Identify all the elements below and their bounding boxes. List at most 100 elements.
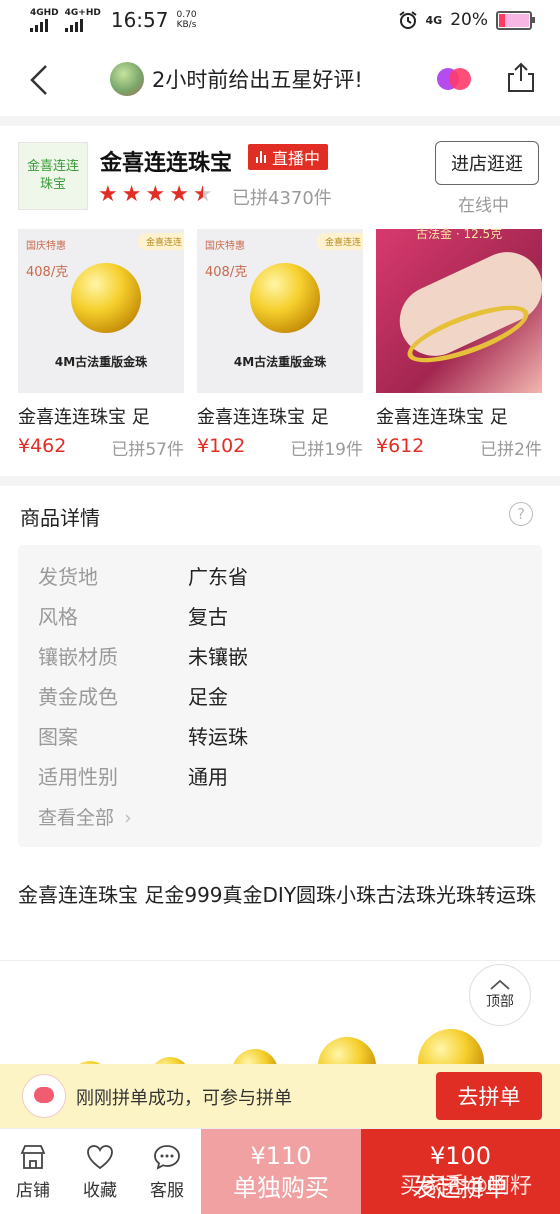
spec-value: 未镶嵌 <box>188 645 248 669</box>
photo-overlay-text: 古法金 · 12.5克 <box>416 227 503 241</box>
nav-review-banner[interactable]: 2小时前给出五星好评! <box>110 62 363 96</box>
battery-percent: 20% <box>450 10 488 30</box>
service-label: 客服 <box>150 1181 184 1201</box>
speed-value: 0.70 <box>176 10 197 20</box>
product-image: 国庆特惠 金喜连连 408/克 4M古法重版金珠 <box>197 229 363 393</box>
product-card[interactable]: 国庆特惠 金喜连连 408/克 4M古法重版金珠 金喜连连珠宝 足 ¥102 已… <box>197 229 363 460</box>
spec-key: 黄金成色 <box>38 685 118 709</box>
see-all-label: 查看全部 <box>38 807 115 829</box>
image-caption: 4M古法重版金珠 <box>54 355 148 369</box>
product-name: 金喜连连珠宝 足 <box>376 407 508 428</box>
section-divider <box>0 116 560 126</box>
spec-key: 适用性别 <box>38 765 118 789</box>
live-label: 直播中 <box>272 149 321 168</box>
signal-1: 4GHD <box>30 7 59 32</box>
spec-value: 足金 <box>188 685 228 709</box>
product-sold: 已拼57件 <box>111 440 184 460</box>
star-icon: ★ <box>98 182 118 207</box>
status-right: 4G 20% <box>398 10 535 30</box>
join-group-button[interactable]: 去拼单 <box>436 1072 542 1120</box>
spec-key: 风格 <box>38 605 78 629</box>
store-icon <box>20 1145 46 1169</box>
chevron-right-icon: › <box>124 807 132 829</box>
status-bar: 4GHD 4G+HD 16:57 0.70 KB/s 4G 20% <box>0 0 560 44</box>
spec-key: 镶嵌材质 <box>38 645 118 669</box>
store-tab-button[interactable]: 店铺 <box>0 1129 66 1214</box>
visit-store-button[interactable]: 进店逛逛 <box>435 141 539 185</box>
share-icon[interactable] <box>506 61 536 93</box>
product-name: 金喜连连珠宝 足 <box>197 407 329 428</box>
nav-title: 2小时前给出五星好评! <box>152 68 363 92</box>
spec-key: 图案 <box>38 725 78 749</box>
network-label-3: 4G <box>425 13 443 27</box>
back-arrow-icon[interactable] <box>24 62 60 98</box>
spec-value: 通用 <box>188 765 228 789</box>
customer-service-button[interactable]: 客服 <box>134 1129 200 1214</box>
star-icon: ★ <box>169 182 189 207</box>
favorite-label: 收藏 <box>83 1181 117 1201</box>
store-logo-text: 金喜连连珠宝 <box>26 159 79 192</box>
see-all-link[interactable]: 查看全部 › <box>38 803 132 830</box>
per-gram-price: 408/克 <box>26 265 69 280</box>
spec-key: 发货地 <box>38 565 98 589</box>
group-notification-bar[interactable]: 刚刚拼单成功，可参与拼单 去拼单 <box>0 1064 560 1128</box>
status-left: 4GHD 4G+HD 16:57 0.70 KB/s <box>30 8 197 32</box>
product-card[interactable]: 古法金 · 12.5克 金喜连连珠宝 足 ¥612 已拼2件 <box>376 227 554 460</box>
details-section-title: 商品详情 <box>20 506 100 530</box>
product-price: ¥612 <box>376 435 425 457</box>
battery-icon <box>496 10 535 30</box>
chat-bubble-icon <box>154 1145 180 1170</box>
promo-tag: 国庆特惠 <box>205 241 245 252</box>
image-caption: 4M古法重版金珠 <box>233 355 327 369</box>
buy-alone-button[interactable]: ¥110 单独购买 <box>201 1129 361 1214</box>
bracelet-photo: 古法金 · 12.5克 <box>376 227 554 393</box>
clock: 16:57 <box>110 8 169 32</box>
back-to-top-button[interactable]: 顶部 <box>469 964 531 1026</box>
help-icon[interactable]: ? <box>509 502 533 526</box>
per-gram-price: 408/克 <box>205 265 248 280</box>
signal-bars-icon <box>64 18 83 32</box>
live-bars-icon <box>256 151 266 163</box>
store-logo[interactable]: 金喜连连珠宝 <box>18 142 88 210</box>
product-name: 金喜连连珠宝 足 <box>18 407 150 428</box>
store-sold-total: 已拼4370件 <box>232 188 332 209</box>
product-card[interactable]: 国庆特惠 金喜连连 408/克 4M古法重版金珠 金喜连连珠宝 足 ¥462 已… <box>18 229 184 460</box>
network-label-1: 4GHD <box>30 7 59 18</box>
product-price: ¥102 <box>197 435 246 457</box>
network-speed: 0.70 KB/s <box>177 10 197 30</box>
star-icon: ★ <box>121 182 142 207</box>
store-rating: ★ ★ ★ ★ ★ <box>98 183 213 207</box>
single-label: 单独购买 <box>233 1173 329 1202</box>
online-status: 在线中 <box>458 196 509 216</box>
favorite-button[interactable]: 收藏 <box>67 1129 133 1214</box>
speed-unit: KB/s <box>176 20 197 30</box>
brand-tag: 金喜连连 <box>137 233 184 250</box>
product-image: 国庆特惠 金喜连连 408/克 4M古法重版金珠 <box>18 229 184 393</box>
alarm-icon <box>398 11 417 29</box>
network-label-2: 4G+HD <box>64 7 101 18</box>
pig-icon <box>22 1074 66 1118</box>
group-price: ¥100 <box>429 1141 492 1170</box>
promo-tag: 国庆特惠 <box>26 241 66 252</box>
heart-icon <box>87 1145 113 1170</box>
brand-tag: 金喜连连 <box>316 233 363 250</box>
product-full-title: 金喜连连珠宝 足金999真金DIY圆珠小珠古法珠光珠转运珠 <box>18 883 537 907</box>
section-divider <box>0 476 560 486</box>
signal-bars-icon <box>30 18 48 32</box>
half-star-icon: ★ <box>192 182 213 207</box>
top-nav-bar: 2小时前给出五星好评! <box>0 44 560 117</box>
store-name[interactable]: 金喜连连珠宝 <box>100 145 232 177</box>
spec-value: 复古 <box>188 605 228 629</box>
product-sold: 已拼2件 <box>480 440 542 460</box>
app-logo-icon[interactable] <box>434 64 474 94</box>
spec-value: 广东省 <box>188 565 248 589</box>
live-badge[interactable]: 直播中 <box>248 144 329 170</box>
signal-2: 4G+HD <box>64 7 101 32</box>
product-price: ¥462 <box>18 435 67 457</box>
gold-bead-image <box>250 263 320 333</box>
gold-bead-image <box>71 263 141 333</box>
single-price: ¥110 <box>250 1141 312 1170</box>
store-tab-label: 店铺 <box>16 1181 50 1201</box>
spec-table[interactable]: 发货地 广东省 风格 复古 镶嵌材质 未镶嵌 黄金成色 足金 图案 转运珠 适用… <box>18 545 542 847</box>
spec-value: 转运珠 <box>188 725 248 749</box>
